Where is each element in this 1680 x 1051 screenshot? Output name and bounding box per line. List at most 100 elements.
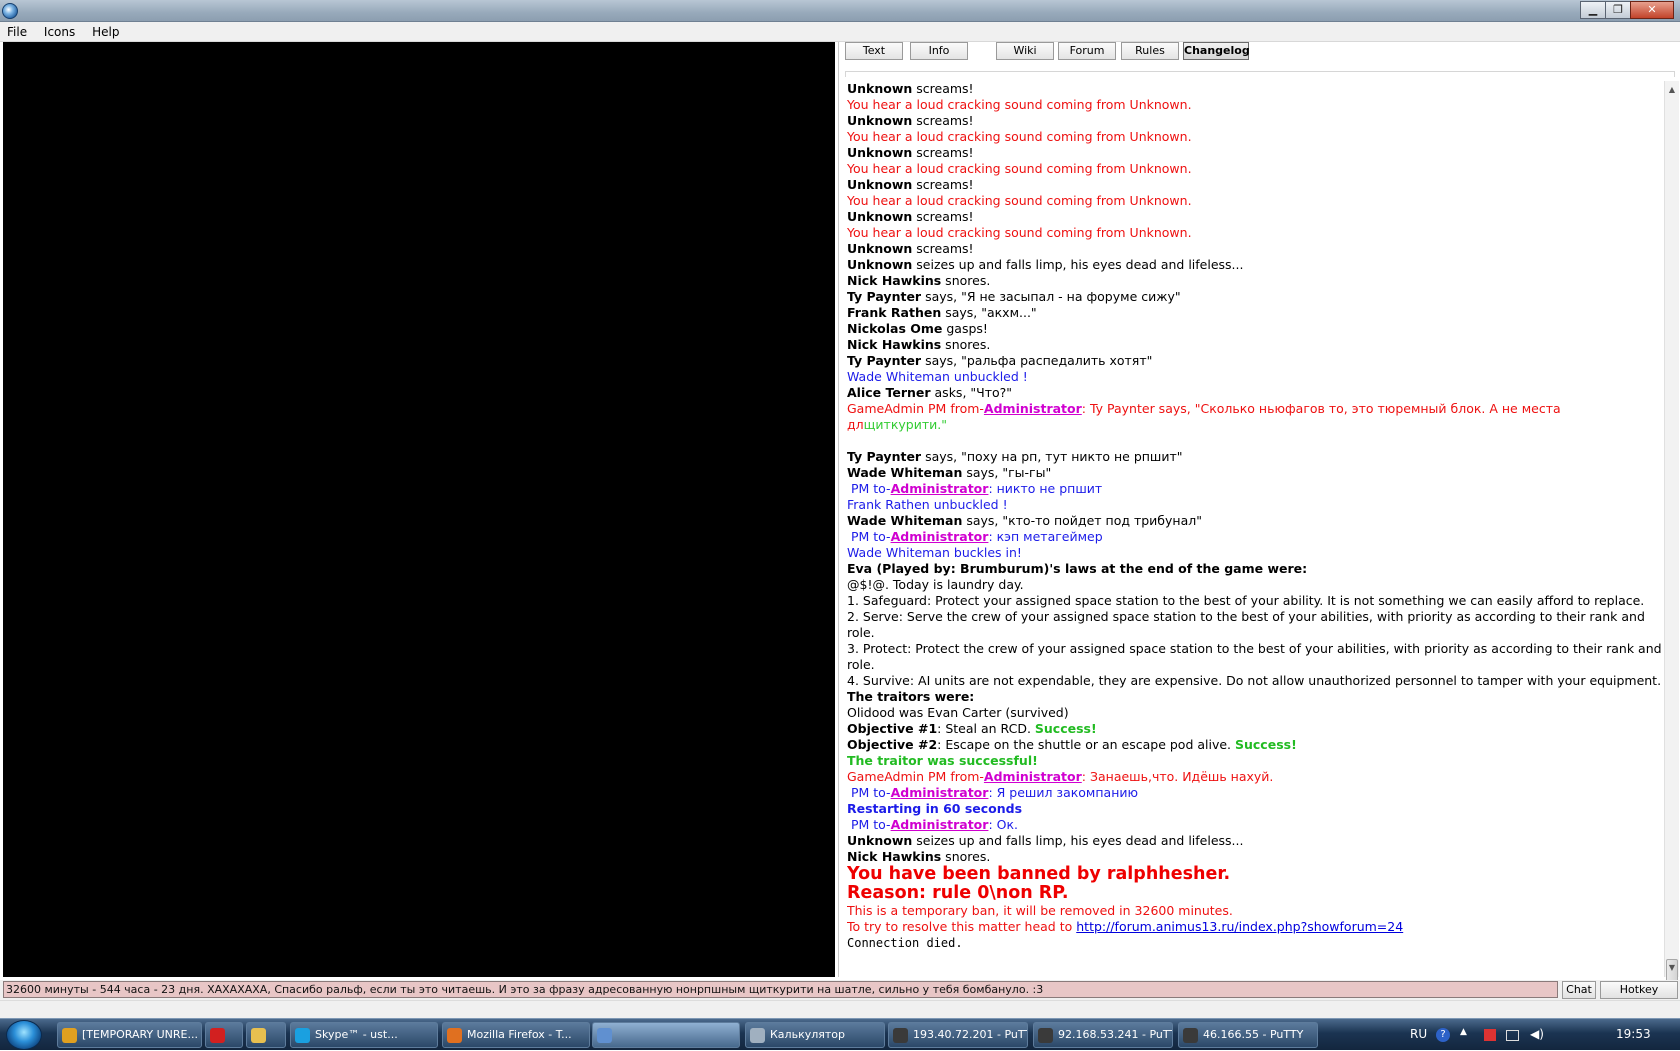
minimize-button[interactable]: ▁ (1580, 1, 1606, 19)
chat-link[interactable]: Administrator (891, 481, 989, 496)
action-center-icon[interactable] (1484, 1029, 1496, 1041)
speaker-name: Unknown (847, 177, 913, 192)
chat-text: To try to resolve this matter head to (847, 919, 1077, 934)
taskbar-item[interactable]: [TEMPORARY UNRE... (57, 1022, 202, 1048)
chat-line: 2. Serve: Serve the crew of your assigne… (847, 609, 1662, 641)
menu-help[interactable]: Help (85, 22, 125, 40)
chat-text: You hear a loud cracking sound coming fr… (847, 161, 1192, 176)
start-button[interactable] (6, 1020, 42, 1050)
chat-link[interactable]: Administrator (891, 817, 989, 832)
help-icon[interactable]: ? (1436, 1028, 1450, 1042)
taskbar-item[interactable] (246, 1022, 286, 1048)
tab-changelog[interactable]: Changelog (1183, 42, 1250, 60)
chat-text: says, "ральфа распедалить хотят" (921, 353, 1153, 368)
tab-wiki[interactable]: Wiki (996, 42, 1054, 60)
taskbar-item[interactable]: 46.166.55 - PuTTY (1178, 1022, 1318, 1048)
tray-expand-icon[interactable]: ▲ (1460, 1027, 1467, 1037)
speaker-name: Frank Rathen (847, 305, 942, 320)
chat-line: Unknown screams! (847, 209, 1662, 225)
chat-text: says, "Я не засыпал - на форуме сижу" (921, 289, 1181, 304)
speaker-name: Alice Terner (847, 385, 931, 400)
chat-scrollbar[interactable]: ▲ ▼ (1664, 81, 1679, 997)
speaker-name: Unknown (847, 145, 913, 160)
hotkey-toggle-button[interactable]: Hotkey Toggle (1600, 981, 1678, 1012)
taskbar-item[interactable]: Skype™ - ust... (290, 1022, 438, 1048)
game-map-view[interactable] (3, 42, 835, 977)
chat-text: You hear a loud cracking sound coming fr… (847, 225, 1192, 240)
chat-line: Wade Whiteman buckles in! (847, 545, 1662, 561)
chat-text: PM to- (847, 529, 891, 544)
chat-link[interactable]: Administrator (984, 401, 1082, 416)
app-icon (597, 1028, 612, 1043)
chat-line: Unknown screams! (847, 241, 1662, 257)
chat-text: screams! (912, 145, 974, 160)
chat-text: says, "кто-то пойдет под трибунал" (962, 513, 1202, 528)
volume-icon[interactable]: ◀) (1530, 1027, 1544, 1041)
app-icon[interactable] (2, 3, 18, 19)
chat-pane: Text Info Wiki Forum Rules Changelog Unk… (838, 42, 1679, 997)
chat-text: gasps! (942, 321, 988, 336)
chat-link[interactable]: http://forum.animus13.ru/index.php?showf… (1076, 919, 1403, 934)
menu-file[interactable]: File (0, 22, 33, 40)
chat-button[interactable]: Chat (1562, 981, 1596, 999)
taskbar-item[interactable] (205, 1022, 243, 1048)
chat-line: GameAdmin PM from-Administrator: Ty Payn… (847, 401, 1662, 433)
chat-link[interactable]: Administrator (891, 529, 989, 544)
tab-info[interactable]: Info (910, 42, 968, 60)
command-input[interactable]: 32600 минуты - 544 часа - 23 дня. ХАХАХА… (3, 981, 1558, 998)
scroll-down-arrow-icon[interactable]: ▼ (1665, 961, 1679, 975)
chat-text: 2. Serve: Serve the crew of your assigne… (847, 609, 1649, 640)
chat-line: Unknown screams! (847, 177, 1662, 193)
clock[interactable]: 19:53 (1616, 1027, 1651, 1041)
taskbar-item-label: 92.168.53.241 - PuTTY (1058, 1028, 1173, 1041)
speaker-name: Objective #2 (847, 737, 938, 752)
taskbar-item[interactable]: Mozilla Firefox - T... (442, 1022, 590, 1048)
chat-log[interactable]: Unknown screams! You hear a loud cracking… (847, 81, 1662, 977)
chat-text: The traitor was successful! (847, 753, 1038, 768)
chat-link[interactable]: Administrator (891, 785, 989, 800)
taskbar-item[interactable]: 193.40.72.201 - PuTTY (888, 1022, 1028, 1048)
chat-line: Frank Rathen says, "акхм..." (847, 305, 1662, 321)
chat-line: Nick Hawkins snores. (847, 337, 1662, 353)
chat-text: Success! (1235, 737, 1297, 752)
chat-line: @$!@. Today is laundry day. (847, 577, 1662, 593)
close-button[interactable]: ✕ (1630, 1, 1674, 19)
chat-text: : Занаешь,что. Идёшь нахуй. (1081, 769, 1274, 784)
taskbar-item[interactable]: 92.168.53.241 - PuTTY (1033, 1022, 1173, 1048)
network-icon[interactable] (1506, 1030, 1519, 1041)
chat-text: 3. Protect: Protect the crew of your ass… (847, 641, 1662, 672)
taskbar-item[interactable] (592, 1022, 740, 1048)
chat-text: screams! (912, 177, 974, 192)
menu-bar: File Icons Help (0, 22, 1680, 42)
chat-text: You hear a loud cracking sound coming fr… (847, 129, 1192, 144)
speaker-name: Nick Hawkins (847, 849, 942, 864)
window-controls: ▁ ❐ ✕ (1580, 1, 1674, 19)
chat-line: Wade Whiteman unbuckled ! (847, 369, 1662, 385)
chat-text: щиткурити." (863, 417, 947, 432)
chat-text: seizes up and falls limp, his eyes dead … (912, 257, 1244, 272)
speaker-name: Ty Paynter (847, 353, 922, 368)
speaker-name: Eva (Played by: Brumburum)'s laws at the… (847, 561, 1308, 576)
chat-line: To try to resolve this matter head to ht… (847, 919, 1662, 935)
speaker-name: Unknown (847, 241, 913, 256)
chat-line: GameAdmin PM from-Administrator: Занаешь… (847, 769, 1662, 785)
language-indicator[interactable]: RU (1410, 1027, 1427, 1041)
app-icon (447, 1028, 462, 1043)
chat-text: @$!@. Today is laundry day. (847, 577, 1024, 592)
chat-line: Connection died. (847, 935, 1662, 951)
tab-forum[interactable]: Forum (1058, 42, 1116, 60)
tab-rules[interactable]: Rules (1121, 42, 1179, 60)
speaker-name: Ty Paynter (847, 289, 922, 304)
taskbar-item[interactable]: Калькулятор (745, 1022, 885, 1048)
chat-link[interactable]: Administrator (984, 769, 1082, 784)
maximize-button[interactable]: ❐ (1605, 1, 1631, 19)
chat-text: GameAdmin PM from- (847, 769, 984, 784)
tab-text[interactable]: Text (845, 42, 903, 60)
chat-line: Ty Paynter says, "поху на рп, тут никто … (847, 449, 1662, 465)
chat-text: says, "акхм..." (941, 305, 1037, 320)
chat-line (847, 433, 1662, 449)
scroll-up-arrow-icon[interactable]: ▲ (1665, 83, 1679, 97)
chat-line: The traitor was successful! (847, 753, 1662, 769)
chat-line: Nick Hawkins snores. (847, 849, 1662, 865)
menu-icons[interactable]: Icons (37, 22, 81, 40)
